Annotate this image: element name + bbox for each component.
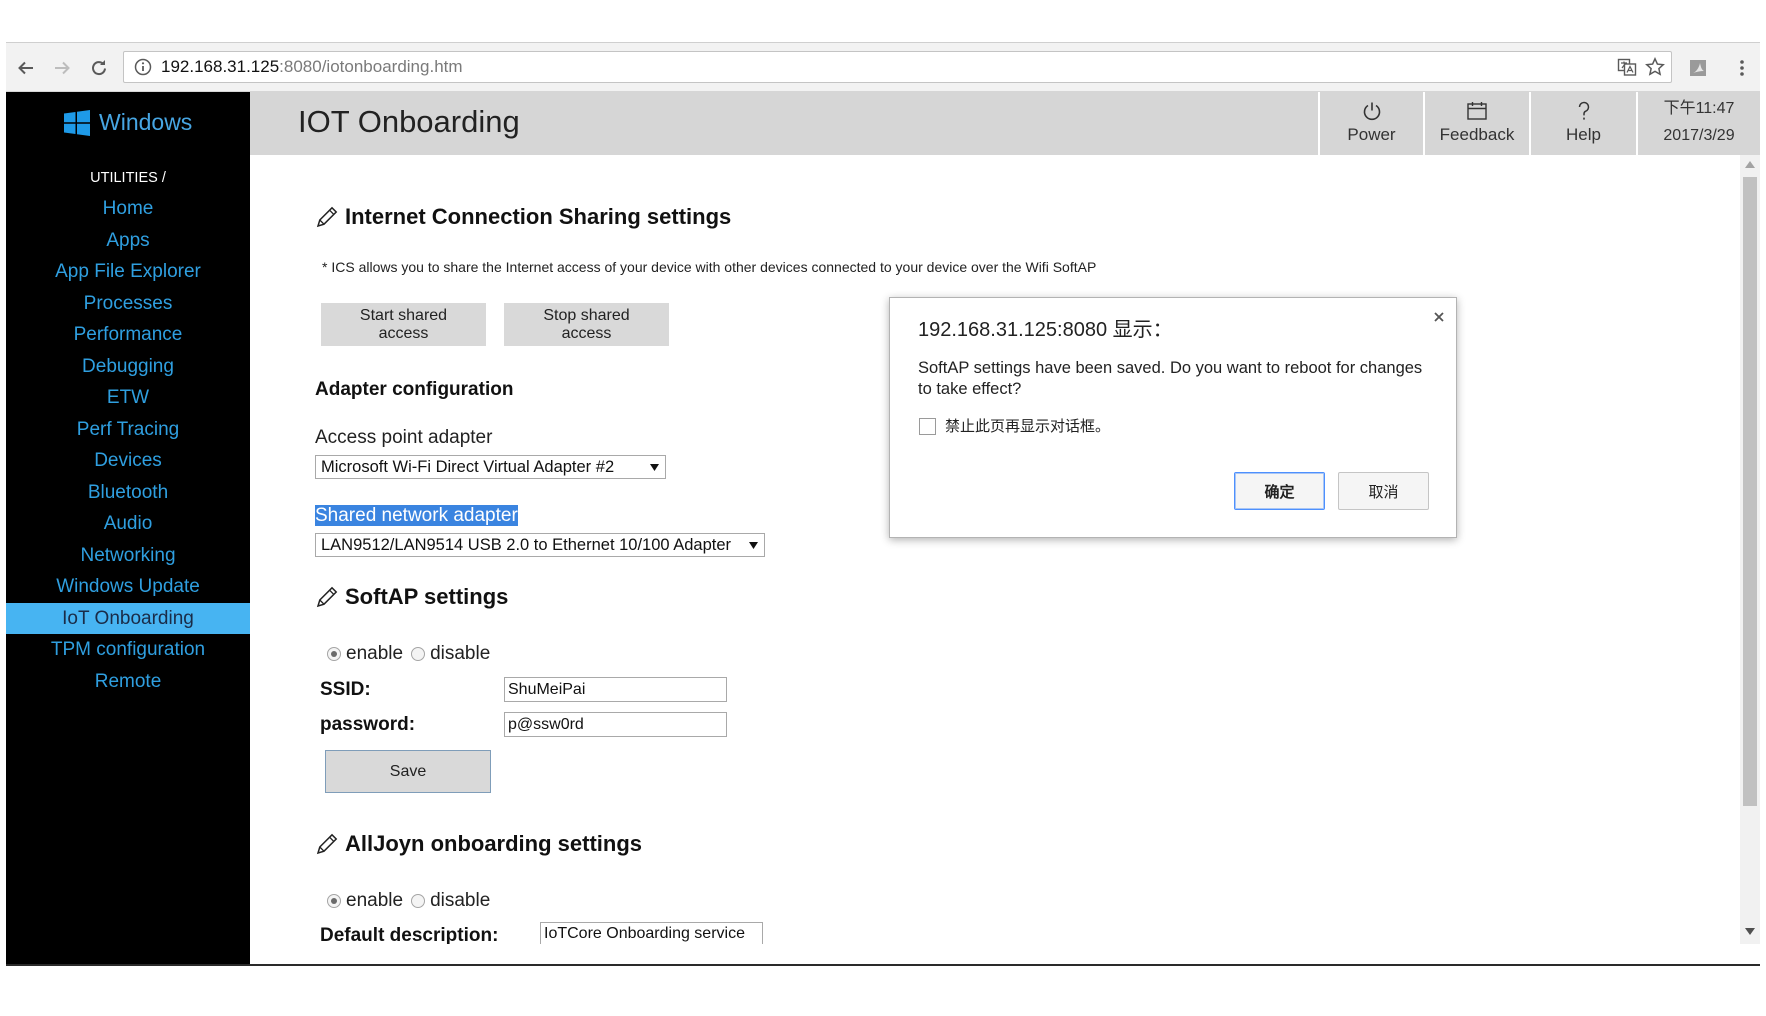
- sidebar-nav: Home Apps App File Explorer Processes Pe…: [6, 193, 250, 697]
- access-point-adapter-select[interactable]: Microsoft Wi-Fi Direct Virtual Adapter #…: [315, 455, 666, 479]
- url-host: 192.168.31.125: [161, 57, 280, 76]
- translate-icon[interactable]: [1617, 57, 1637, 77]
- access-point-adapter-value: Microsoft Wi-Fi Direct Virtual Adapter #…: [321, 458, 615, 476]
- scroll-up-arrow-icon[interactable]: [1745, 161, 1755, 168]
- address-bar[interactable]: 192.168.31.125:8080/iotonboarding.htm: [123, 51, 1672, 83]
- start-shared-access-label: Start shared access: [359, 306, 448, 342]
- device-clock: 下午11:47 2017/3/29: [1636, 92, 1760, 155]
- alljoyn-disable-radio[interactable]: [411, 894, 426, 908]
- shared-network-adapter-value: LAN9512/LAN9514 USB 2.0 to Ethernet 10/1…: [321, 536, 732, 554]
- close-icon[interactable]: [1431, 309, 1447, 325]
- dialog-title: 192.168.31.125:8080 显示：: [918, 319, 1173, 341]
- sidebar-item-networking[interactable]: Networking: [6, 540, 250, 572]
- browser-toolbar: 192.168.31.125:8080/iotonboarding.htm: [6, 42, 1760, 92]
- start-shared-access-button[interactable]: Start shared access: [321, 303, 486, 346]
- sidebar-item-audio[interactable]: Audio: [6, 508, 250, 540]
- sidebar-item-app-file-explorer[interactable]: App File Explorer: [6, 256, 250, 288]
- stop-shared-access-button[interactable]: Stop shared access: [504, 303, 669, 346]
- password-label: password:: [320, 714, 416, 735]
- suppress-dialogs-label[interactable]: 禁止此页再显示对话框。: [945, 416, 1110, 437]
- confirm-dialog: 192.168.31.125:8080 显示： SoftAP settings …: [889, 297, 1457, 538]
- alljoyn-enable-radio[interactable]: [327, 894, 341, 908]
- power-icon: [1363, 102, 1380, 121]
- adapter-config-heading: Adapter configuration: [315, 379, 514, 400]
- sidebar-item-windows-update[interactable]: Windows Update: [6, 571, 250, 603]
- shared-network-adapter-select[interactable]: LAN9512/LAN9514 USB 2.0 to Ethernet 10/1…: [315, 533, 765, 557]
- sidebar-item-tpm-configuration[interactable]: TPM configuration: [6, 634, 250, 666]
- alljoyn-enable-label: enable: [346, 890, 404, 911]
- power-button[interactable]: Power: [1318, 92, 1423, 155]
- ssid-label: SSID:: [320, 679, 371, 700]
- sidebar-item-etw[interactable]: ETW: [6, 382, 250, 414]
- alljoyn-heading-text: AllJoyn onboarding settings: [345, 831, 643, 856]
- softap-enable-label: enable: [346, 643, 404, 664]
- extension-icon[interactable]: [1688, 58, 1708, 78]
- access-point-adapter-label: Access point adapter: [315, 427, 493, 448]
- sidebar-item-perf-tracing[interactable]: Perf Tracing: [6, 414, 250, 446]
- windows-logo-icon[interactable]: [63, 109, 91, 137]
- sidebar: Windows UTILITIES / Home Apps App File E…: [6, 92, 250, 964]
- sidebar-item-debugging[interactable]: Debugging: [6, 351, 250, 383]
- help-button[interactable]: Help: [1529, 92, 1636, 155]
- scrollbar-thumb[interactable]: [1743, 177, 1757, 806]
- shared-network-adapter-label: Shared network adapter: [315, 505, 518, 526]
- main-content: Internet Connection Sharing settings * I…: [250, 155, 1740, 944]
- ok-button[interactable]: 确定: [1234, 472, 1325, 510]
- feedback-label: Feedback: [1439, 125, 1515, 144]
- dialog-message: SoftAP settings have been saved. Do you …: [918, 359, 1423, 398]
- sidebar-item-home[interactable]: Home: [6, 193, 250, 225]
- url-text[interactable]: 192.168.31.125:8080/iotonboarding.htm: [161, 52, 463, 82]
- calendar-icon: [1467, 102, 1487, 120]
- reload-icon[interactable]: [89, 58, 109, 78]
- suppress-dialogs-checkbox[interactable]: [919, 418, 936, 435]
- dropdown-arrow-icon: [749, 542, 758, 549]
- ics-note: * ICS allows you to share the Internet a…: [322, 259, 1097, 275]
- sidebar-item-processes[interactable]: Processes: [6, 288, 250, 320]
- page-header: IOT Onboarding Power Feedback Help 下午11:…: [250, 92, 1760, 155]
- feedback-button[interactable]: Feedback: [1423, 92, 1529, 155]
- pencil-icon: [316, 206, 338, 228]
- help-label: Help: [1566, 125, 1601, 144]
- site-info-icon[interactable]: [134, 58, 152, 76]
- save-button[interactable]: Save: [325, 750, 491, 793]
- url-path: :8080/iotonboarding.htm: [279, 57, 463, 76]
- default-description-input[interactable]: [540, 922, 763, 944]
- sidebar-item-performance[interactable]: Performance: [6, 319, 250, 351]
- vertical-scrollbar[interactable]: [1740, 155, 1760, 944]
- scroll-down-arrow-icon[interactable]: [1745, 928, 1755, 935]
- softap-heading-text: SoftAP settings: [345, 584, 509, 609]
- power-label: Power: [1347, 125, 1396, 144]
- pencil-icon: [316, 586, 338, 608]
- stop-shared-access-label: Stop shared access: [543, 306, 630, 342]
- default-description-label: Default description:: [320, 925, 499, 944]
- sidebar-item-iot-onboarding[interactable]: IoT Onboarding: [6, 602, 250, 634]
- sidebar-item-devices[interactable]: Devices: [6, 445, 250, 477]
- alljoyn-disable-label: disable: [430, 890, 491, 911]
- cancel-button[interactable]: 取消: [1338, 472, 1429, 510]
- alljoyn-radio-group: enable disable: [327, 890, 498, 912]
- ssid-input[interactable]: [504, 677, 727, 702]
- ics-heading-text: Internet Connection Sharing settings: [345, 204, 732, 229]
- clock-date: 2017/3/29: [1663, 127, 1735, 144]
- sidebar-item-remote[interactable]: Remote: [6, 666, 250, 698]
- sidebar-item-apps[interactable]: Apps: [6, 225, 250, 257]
- back-arrow-icon[interactable]: [16, 58, 36, 78]
- softap-enable-radio[interactable]: [327, 647, 341, 661]
- forward-arrow-icon[interactable]: [52, 58, 72, 78]
- pencil-icon: [316, 833, 338, 855]
- brand-name[interactable]: Windows: [99, 107, 192, 137]
- bookmark-star-icon[interactable]: [1645, 57, 1665, 77]
- menu-dots-icon[interactable]: [1732, 58, 1752, 78]
- password-input[interactable]: [504, 712, 727, 737]
- dropdown-arrow-icon: [650, 464, 659, 471]
- softap-radio-group: enable disable: [327, 643, 498, 665]
- page-title: IOT Onboarding: [298, 104, 520, 139]
- clock-time: 下午11:47: [1663, 100, 1735, 117]
- softap-disable-radio[interactable]: [411, 647, 426, 661]
- sidebar-section-label: UTILITIES /: [90, 170, 166, 186]
- softap-disable-label: disable: [430, 643, 491, 664]
- help-question-icon: [1578, 101, 1589, 120]
- browser-window: 192.168.31.125:8080/iotonboarding.htm Wi…: [6, 42, 1760, 966]
- sidebar-item-bluetooth[interactable]: Bluetooth: [6, 477, 250, 509]
